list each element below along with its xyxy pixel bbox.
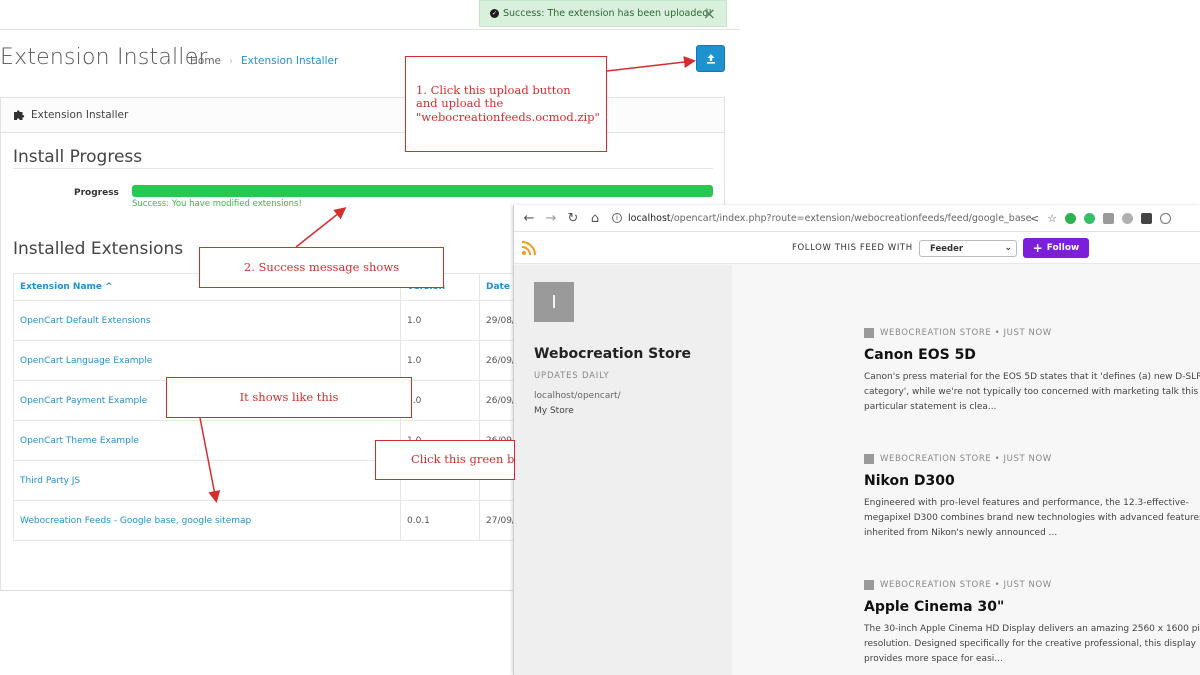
feed-reader-select[interactable]: Feeder ⌄	[919, 240, 1017, 257]
puzzle-piece-icon	[14, 110, 25, 120]
breadcrumb-current[interactable]: Extension Installer	[241, 55, 338, 67]
callout-step-1: 1. Click this upload button and upload t…	[405, 56, 607, 152]
extension-version-cell: 1.0	[400, 340, 480, 381]
article-title[interactable]: Canon EOS 5D	[864, 347, 1200, 363]
extension-name-cell[interactable]: OpenCart Theme Example	[13, 420, 401, 461]
page-footer-divider	[0, 590, 520, 591]
article-title[interactable]: Apple Cinema 30"	[864, 599, 1200, 615]
extension-green-icon[interactable]	[1065, 213, 1077, 224]
page-title: Extension Installer	[0, 45, 208, 70]
installed-extensions-title: Installed Extensions	[13, 239, 184, 259]
camera-icon[interactable]	[1103, 213, 1115, 224]
follow-feed-label: FOLLOW THIS FEED WITH	[792, 243, 913, 253]
panel-heading: Extension Installer	[1, 98, 724, 133]
url-path: /opencart/index.php?route=extension/webo…	[670, 212, 1032, 224]
breadcrumb-separator: ›	[229, 55, 234, 67]
extension-name-cell[interactable]: OpenCart Language Example	[13, 340, 401, 381]
alert-text: Success: The extension has been uploaded…	[503, 8, 713, 19]
toolbar-icons: < ☆	[1030, 212, 1172, 225]
profile-icon[interactable]	[1160, 213, 1172, 224]
progress-bar	[132, 185, 713, 197]
store-square-icon	[864, 454, 874, 464]
rss-icon[interactable]	[520, 239, 538, 257]
extension-name-cell[interactable]: OpenCart Default Extensions	[13, 300, 401, 341]
table-row: OpenCart Language Example 1.0 26/09/	[13, 340, 528, 381]
extension-name-cell[interactable]: Third Party JS	[13, 460, 401, 501]
home-icon[interactable]: ⌂	[584, 211, 606, 226]
breadcrumb-home[interactable]: Home	[190, 55, 221, 67]
extension-version-cell: 0.0.1	[400, 500, 480, 541]
feed-reader-value: Feeder	[930, 243, 964, 254]
feed-article-list: WEBOCREATION STORE • JUST NOW Canon EOS …	[732, 265, 1200, 675]
url-host: localhost	[628, 212, 671, 224]
site-info-icon[interactable]: i	[612, 213, 622, 223]
article-meta: WEBOCREATION STORE • JUST NOW	[864, 580, 1200, 590]
plus-icon: +	[1032, 241, 1043, 255]
article-meta-text: WEBOCREATION STORE • JUST NOW	[880, 454, 1052, 464]
extension-version-cell: 1.0	[400, 300, 480, 341]
close-alert-icon[interactable]: ×	[703, 4, 716, 23]
breadcrumb: Home › Extension Installer	[190, 55, 338, 67]
forward-arrow-icon[interactable]: →	[540, 211, 562, 226]
article-meta-text: WEBOCREATION STORE • JUST NOW	[880, 580, 1052, 590]
follow-button-label: Follow	[1046, 243, 1080, 253]
store-url[interactable]: localhost/opencart/	[534, 391, 621, 401]
article-excerpt: Canon's press material for the EOS 5D st…	[864, 372, 1200, 412]
install-progress-divider	[13, 168, 713, 169]
progress-success-message: Success: You have modified extensions!	[132, 199, 302, 209]
store-square-icon	[864, 580, 874, 590]
upload-icon	[706, 53, 715, 64]
feed-browser-window: ← → ↻ ⌂ i localhost/opencart/index.php?r…	[513, 205, 1200, 675]
extension-dark-icon[interactable]	[1141, 213, 1153, 224]
install-progress-title: Install Progress	[13, 147, 143, 167]
progress-label: Progress	[74, 188, 119, 198]
extension-grey-icon[interactable]	[1122, 213, 1134, 224]
table-row: OpenCart Default Extensions 1.0 29/08/	[13, 300, 528, 341]
extension-name-cell[interactable]: Webocreation Feeds - Google base, google…	[13, 500, 401, 541]
address-bar[interactable]: i localhost/opencart/index.php?route=ext…	[612, 213, 1031, 224]
share-icon[interactable]: <	[1030, 212, 1039, 225]
feed-follow-bar: FOLLOW THIS FEED WITH Feeder ⌄ + Follow	[514, 233, 1200, 264]
article-meta: WEBOCREATION STORE • JUST NOW	[864, 328, 1200, 338]
feed-article[interactable]: WEBOCREATION STORE • JUST NOW Canon EOS …	[864, 328, 1200, 415]
article-meta-text: WEBOCREATION STORE • JUST NOW	[880, 328, 1052, 338]
upload-success-alert: ✓ Success: The extension has been upload…	[479, 0, 727, 27]
table-row: Webocreation Feeds - Google base, google…	[13, 500, 528, 541]
store-update-frequency: UPDATES DAILY	[534, 371, 610, 381]
article-title[interactable]: Nikon D300	[864, 473, 1200, 489]
store-subtitle: My Store	[534, 406, 574, 416]
check-circle-icon: ✓	[490, 9, 499, 18]
progress-bar-fill	[132, 185, 713, 197]
store-avatar: I	[534, 282, 574, 322]
feed-article[interactable]: WEBOCREATION STORE • JUST NOW Apple Cine…	[864, 580, 1200, 667]
grammarly-icon[interactable]	[1084, 213, 1096, 224]
callout-step-2: 2. Success message shows	[199, 247, 444, 288]
back-arrow-icon[interactable]: ←	[518, 211, 540, 226]
reload-icon[interactable]: ↻	[562, 211, 584, 226]
feed-sidebar: I Webocreation Store UPDATES DAILY local…	[514, 265, 732, 675]
bookmark-star-icon[interactable]: ☆	[1047, 212, 1057, 225]
upload-button[interactable]	[696, 45, 725, 72]
panel-heading-text: Extension Installer	[31, 109, 129, 121]
header-divider	[0, 29, 740, 30]
browser-toolbar: ← → ↻ ⌂ i localhost/opencart/index.php?r…	[514, 205, 1200, 232]
store-square-icon	[864, 328, 874, 338]
callout-click-green-button: Click this green b	[375, 440, 515, 480]
store-name: Webocreation Store	[534, 346, 691, 362]
article-meta: WEBOCREATION STORE • JUST NOW	[864, 454, 1200, 464]
feed-article[interactable]: WEBOCREATION STORE • JUST NOW Nikon D300…	[864, 454, 1200, 541]
extension-version-cell: 1.0	[400, 380, 480, 421]
chevron-down-icon: ⌄	[1004, 243, 1012, 253]
callout-shows-like-this: It shows like this	[166, 377, 412, 418]
follow-button[interactable]: + Follow	[1023, 238, 1089, 258]
article-excerpt: Engineered with pro-level features and p…	[864, 498, 1200, 538]
article-excerpt: The 30-inch Apple Cinema HD Display deli…	[864, 624, 1200, 664]
